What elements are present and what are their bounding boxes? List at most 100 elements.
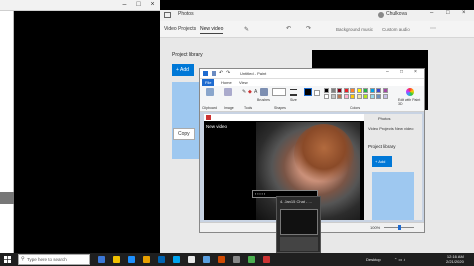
palette-swatch[interactable] <box>337 94 342 99</box>
inner-photos-tabs: Video Projects New video <box>368 126 414 131</box>
palette-swatch[interactable] <box>369 88 375 93</box>
text-icon[interactable]: A <box>254 89 257 95</box>
minimize-button[interactable]: – <box>430 10 433 16</box>
color2-swatch[interactable] <box>314 90 320 96</box>
inner-library-placeholder <box>372 172 414 220</box>
maximize-button[interactable]: □ <box>400 69 403 75</box>
minimize-button[interactable]: – <box>386 69 389 75</box>
size-icon[interactable] <box>290 89 297 96</box>
paint3d-icon[interactable] <box>406 88 414 96</box>
copy-button[interactable]: Copy <box>173 128 195 140</box>
taskbar-app-icon[interactable] <box>143 256 150 263</box>
paste-icon[interactable] <box>206 88 214 96</box>
palette-swatch[interactable] <box>363 94 368 99</box>
taskbar-app-icon[interactable] <box>113 256 120 263</box>
undo-icon[interactable]: ↶ <box>219 70 223 76</box>
close-button[interactable]: × <box>462 10 466 16</box>
taskbar-app-icon[interactable] <box>128 256 135 263</box>
taskbar: ⚲ Type here to search Desktop ⌃ ▭ ♪ 12:1… <box>0 253 474 266</box>
palette-swatch[interactable] <box>363 88 368 93</box>
left-video-area <box>14 11 160 253</box>
color1-swatch[interactable] <box>304 88 312 96</box>
palette-swatch[interactable] <box>343 88 349 93</box>
palette-swatch[interactable] <box>330 88 336 93</box>
minimize-button[interactable]: – <box>120 1 129 9</box>
taskbar-app-icon[interactable] <box>158 256 165 263</box>
taskbar-app-icon[interactable] <box>98 256 105 263</box>
screen: – □ × Photos Chulkova – □ × Video Projec… <box>0 0 474 266</box>
add-button[interactable]: + Add <box>172 64 194 76</box>
redo-icon[interactable]: ↷ <box>306 25 311 32</box>
fill-icon[interactable]: ◆ <box>248 89 252 95</box>
redo-icon[interactable]: ↷ <box>226 70 230 76</box>
palette-swatch[interactable] <box>324 94 329 99</box>
user-name[interactable]: Chulkova <box>386 11 407 17</box>
undo-icon[interactable]: ↶ <box>286 25 291 32</box>
maximize-button[interactable]: □ <box>134 1 143 9</box>
paint-app-icon <box>203 71 208 76</box>
palette-swatch[interactable] <box>356 88 362 93</box>
background-music-button[interactable]: Background music <box>336 27 373 32</box>
palette-swatch[interactable] <box>337 88 342 93</box>
video-frame-hair <box>294 124 354 184</box>
palette-swatch[interactable] <box>382 94 388 99</box>
close-button[interactable]: × <box>148 1 157 9</box>
tab-home[interactable]: Home <box>218 79 235 86</box>
inner-toolbar <box>204 114 364 121</box>
palette-swatch[interactable] <box>350 94 355 99</box>
taskbar-app-icon[interactable] <box>218 256 225 263</box>
project-library-heading: Project library <box>172 52 203 58</box>
paint-titlebar: ↶ ↷ Untitled - Paint – □ × <box>200 69 424 79</box>
shapes-gallery[interactable] <box>272 88 286 96</box>
left-scrollbar-panel <box>0 11 14 253</box>
tab-file[interactable]: File <box>202 79 215 86</box>
brushes-label: Brushes <box>257 98 270 102</box>
zoom-slider-thumb[interactable] <box>398 225 401 230</box>
palette-swatch[interactable] <box>376 94 381 99</box>
clock[interactable]: 12:16 AM 2/21/2020 <box>446 254 464 264</box>
palette-swatch[interactable] <box>350 88 355 93</box>
palette-swatch[interactable] <box>376 88 381 93</box>
palette-swatch[interactable] <box>343 94 349 99</box>
back-icon[interactable] <box>164 12 171 18</box>
tab-video-projects[interactable]: Video Projects <box>164 26 196 32</box>
taskbar-app-icon[interactable] <box>248 256 255 263</box>
color-palette <box>324 88 394 100</box>
tab-view[interactable]: View <box>236 79 251 86</box>
thumbnail-image <box>280 209 318 235</box>
pencil-icon[interactable]: ✎ <box>244 26 249 33</box>
maximize-button[interactable]: □ <box>446 10 450 16</box>
thumbnail-title: 4. Jan15 Chat - ... <box>280 199 312 204</box>
taskbar-app-icon[interactable] <box>188 256 195 263</box>
tab-new-video[interactable]: New video <box>200 26 224 34</box>
custom-audio-button[interactable]: Custom audio <box>382 27 410 32</box>
tray-icons[interactable]: ⌃ ▭ ♪ <box>394 257 405 262</box>
brushes-icon[interactable] <box>260 88 268 96</box>
pencil-icon[interactable]: ✎ <box>242 89 246 95</box>
taskbar-thumbnail[interactable]: 4. Jan15 Chat - ... <box>276 196 321 253</box>
paint-ribbon: Clipboard Image ✎ ◆ A Tools Brushes Shap… <box>200 86 424 112</box>
windows-start-icon[interactable] <box>4 256 11 263</box>
search-input[interactable]: ⚲ Type here to search <box>18 254 90 265</box>
select-icon[interactable] <box>224 88 232 96</box>
clipboard-group-label: Clipboard <box>202 106 217 110</box>
taskbar-app-icon[interactable] <box>203 256 210 263</box>
palette-swatch[interactable] <box>382 88 388 93</box>
taskbar-app-icon[interactable] <box>263 256 270 263</box>
palette-swatch[interactable] <box>369 94 375 99</box>
size-label: Size <box>290 98 297 102</box>
save-icon[interactable] <box>212 71 216 76</box>
paint3d-label[interactable]: Edit with Paint 3D <box>398 98 422 106</box>
avatar[interactable] <box>378 12 384 18</box>
thumbnail-lower <box>280 237 318 251</box>
left-scroll-thumb[interactable] <box>0 192 14 204</box>
palette-swatch[interactable] <box>324 88 329 93</box>
taskbar-app-icon[interactable] <box>233 256 240 263</box>
taskbar-app-icon[interactable] <box>173 256 180 263</box>
palette-swatch[interactable] <box>330 94 336 99</box>
more-icon[interactable]: ⋯ <box>430 25 436 32</box>
desktop-label[interactable]: Desktop <box>366 257 381 262</box>
inner-new-video-label: New video <box>206 124 228 129</box>
close-button[interactable]: × <box>414 69 417 75</box>
palette-swatch[interactable] <box>356 94 362 99</box>
